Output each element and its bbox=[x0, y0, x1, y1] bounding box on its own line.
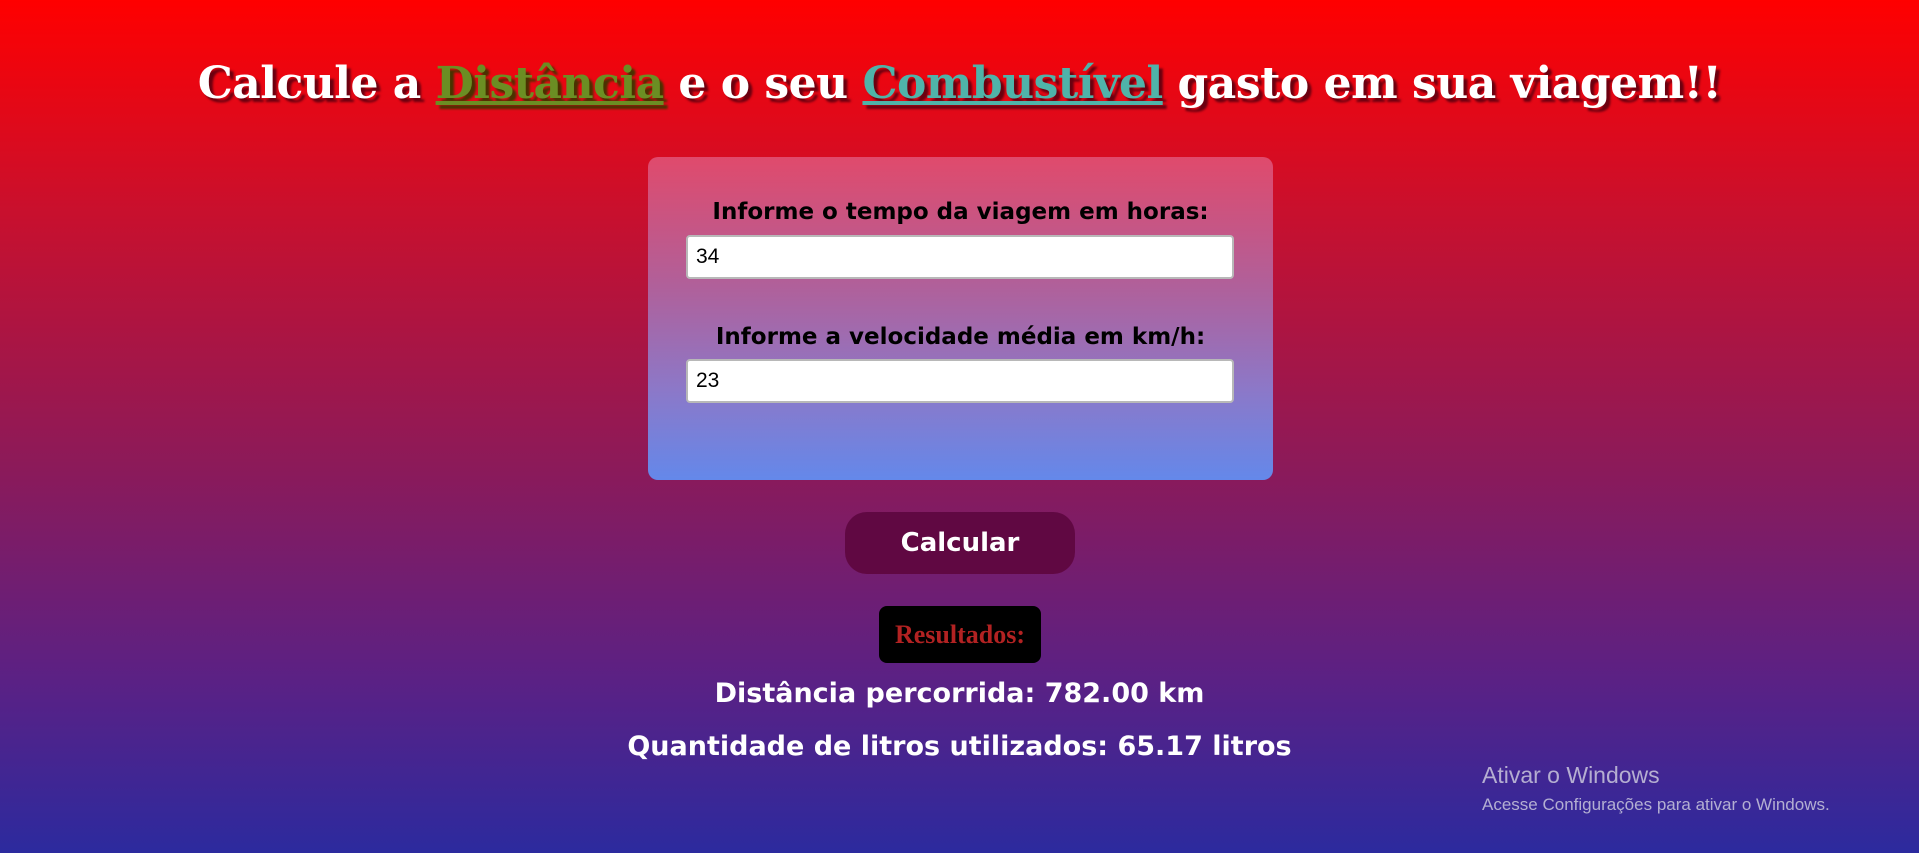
windows-activation-title: Ativar o Windows bbox=[1482, 762, 1660, 788]
time-input[interactable] bbox=[686, 235, 1234, 279]
fuel-result: Quantidade de litros utilizados: 65.17 l… bbox=[627, 731, 1292, 762]
time-label: Informe o tempo da viagem em horas: bbox=[712, 199, 1209, 225]
windows-activation-subtitle: Acesse Configurações para ativar o Windo… bbox=[1482, 795, 1830, 814]
input-card: Informe o tempo da viagem em horas: Info… bbox=[648, 157, 1273, 480]
results-badge: Resultados: bbox=[879, 606, 1041, 663]
title-highlight-fuel: Combustível bbox=[862, 58, 1163, 109]
calculate-button[interactable]: Calcular bbox=[845, 512, 1075, 574]
page-title: Calcule a Distância e o seu Combustível … bbox=[0, 58, 1919, 109]
speed-input[interactable] bbox=[686, 359, 1234, 403]
title-suffix: gasto em sua viagem!! bbox=[1162, 58, 1722, 109]
title-prefix: Calcule a bbox=[197, 58, 436, 109]
speed-label: Informe a velocidade média em km/h: bbox=[715, 324, 1206, 350]
title-highlight-distance: Distância bbox=[435, 58, 664, 109]
title-middle: e o seu bbox=[663, 58, 863, 109]
distance-result: Distância percorrida: 782.00 km bbox=[714, 678, 1205, 709]
